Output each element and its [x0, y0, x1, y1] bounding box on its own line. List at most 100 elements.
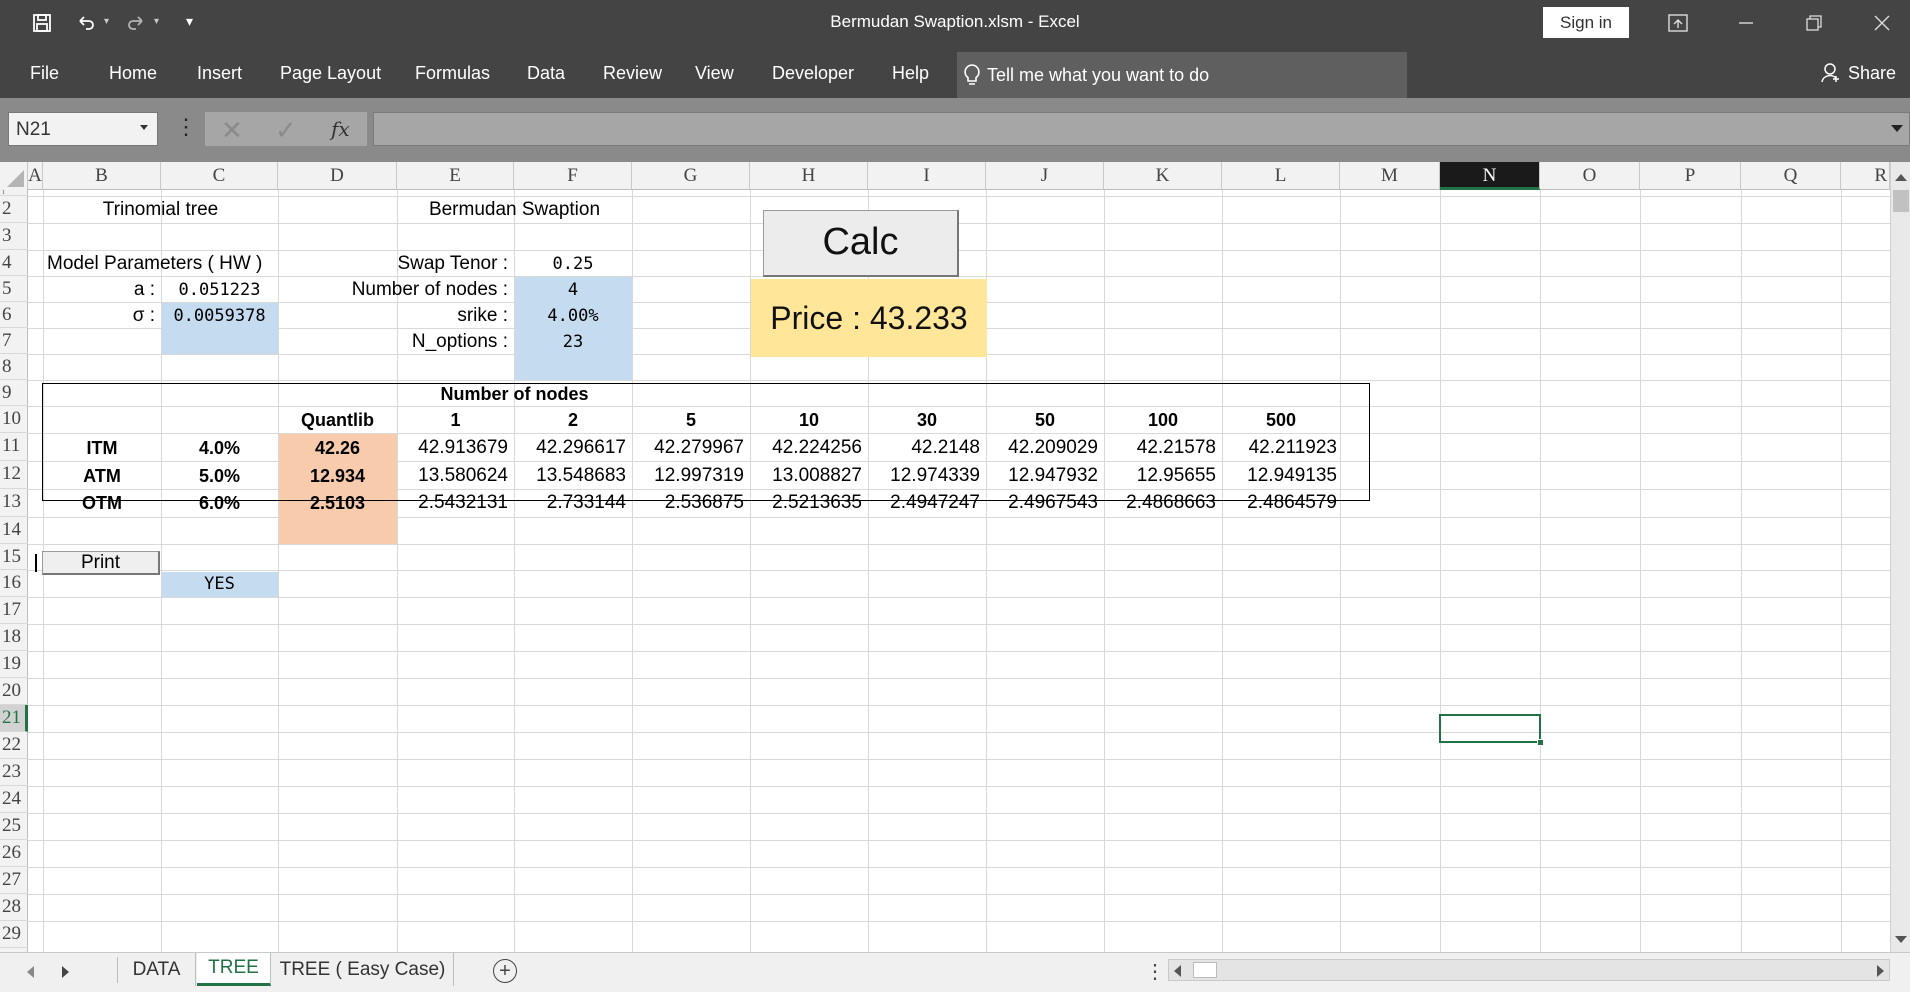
sigma-value-cell[interactable]: 0.0059378 [161, 303, 278, 329]
expand-formula-bar-icon[interactable] [1891, 125, 1903, 132]
result-cell[interactable]: 12.997319 [632, 463, 750, 489]
row-header[interactable]: 24 [0, 786, 28, 813]
row-header[interactable]: 5 [0, 276, 28, 302]
undo-dropdown-icon[interactable]: ▾ [104, 16, 109, 27]
share-button[interactable]: Share [1820, 62, 1896, 84]
tell-me-search[interactable]: Tell me what you want to do [957, 52, 1407, 98]
result-cell[interactable]: 2.4947247 [868, 490, 986, 516]
row-header[interactable]: 23 [0, 759, 28, 786]
column-header[interactable]: A [28, 162, 43, 190]
row-header[interactable]: 8 [0, 354, 28, 380]
row-header[interactable]: 29 [0, 921, 28, 948]
result-cell[interactable]: 42.21578 [1104, 435, 1222, 461]
column-header[interactable]: D [278, 162, 397, 190]
column-header[interactable]: L [1222, 162, 1340, 190]
column-header[interactable]: E [397, 162, 514, 190]
save-icon[interactable] [28, 10, 56, 36]
rate-cell[interactable]: 4.0% [161, 435, 278, 461]
rate-cell[interactable]: 6.0% [161, 490, 278, 516]
scroll-left-icon[interactable] [1174, 965, 1181, 977]
result-cell[interactable]: 2.4864579 [1222, 490, 1340, 516]
row-header[interactable]: 3 [0, 223, 28, 250]
result-cell[interactable]: 12.949135 [1222, 463, 1340, 489]
quantlib-cell[interactable]: 2.5103 [278, 490, 397, 516]
quantlib-cell[interactable]: 42.26 [278, 435, 397, 461]
swap-tenor-cell[interactable]: 0.25 [514, 251, 632, 277]
row-header[interactable]: 27 [0, 867, 28, 894]
row-header[interactable]: 28 [0, 894, 28, 921]
row-header[interactable]: 19 [0, 651, 28, 678]
scroll-down-icon[interactable] [1895, 936, 1907, 943]
nodes-cell[interactable]: 4 [514, 277, 632, 303]
column-header[interactable]: C [161, 162, 278, 190]
tab-page-layout[interactable]: Page Layout [280, 63, 381, 84]
row-header[interactable]: 15 [0, 544, 28, 570]
row-header[interactable]: 2 [0, 196, 28, 223]
result-cell[interactable]: 2.5432131 [397, 490, 514, 516]
result-cell[interactable]: 2.5213635 [750, 490, 868, 516]
name-box-dropdown-icon[interactable] [140, 125, 148, 130]
tab-data[interactable]: Data [527, 63, 565, 84]
column-header[interactable]: K [1104, 162, 1222, 190]
cancel-icon[interactable]: ✕ [221, 115, 243, 146]
sheet-tab-data[interactable]: DATA [118, 953, 196, 986]
horizontal-scroll-thumb[interactable] [1193, 962, 1217, 978]
select-all-button[interactable] [0, 162, 28, 190]
print-button[interactable]: Print [42, 551, 160, 575]
ribbon-display-options-icon[interactable] [1650, 6, 1706, 40]
a-value-cell[interactable]: 0.051223 [161, 277, 278, 303]
tab-formulas[interactable]: Formulas [415, 63, 490, 84]
column-header[interactable]: B [43, 162, 161, 190]
calc-button[interactable]: Calc [763, 210, 959, 277]
column-header[interactable]: G [632, 162, 750, 190]
result-cell[interactable]: 42.913679 [397, 435, 514, 461]
print-value-cell[interactable]: YES [161, 571, 278, 597]
result-cell[interactable]: 12.947932 [986, 463, 1104, 489]
row-header[interactable]: 20 [0, 678, 28, 705]
scroll-thumb[interactable] [1893, 190, 1909, 212]
formula-input[interactable] [373, 112, 1910, 146]
vertical-scrollbar[interactable] [1890, 162, 1910, 952]
row-header[interactable]: 7 [0, 328, 28, 354]
row-header[interactable]: 13 [0, 489, 28, 517]
row-header[interactable]: 26 [0, 840, 28, 867]
result-cell[interactable]: 42.211923 [1222, 435, 1340, 461]
result-cell[interactable]: 42.2148 [868, 435, 986, 461]
result-cell[interactable]: 2.733144 [514, 490, 632, 516]
prev-sheet-icon[interactable] [27, 966, 34, 978]
column-header[interactable]: P [1640, 162, 1741, 190]
tab-file[interactable]: File [30, 63, 59, 84]
cell-area[interactable]: Trinomial tree Bermudan Swaption Model P… [28, 190, 1890, 952]
tab-review[interactable]: Review [603, 63, 662, 84]
active-cell-selection[interactable] [1439, 714, 1541, 743]
sheet-tab-tree-easy-case[interactable]: TREE ( Easy Case) [272, 953, 454, 986]
row-header[interactable]: 4 [0, 250, 28, 276]
tab-home[interactable]: Home [109, 63, 157, 84]
column-header[interactable]: J [986, 162, 1104, 190]
column-header[interactable]: M [1340, 162, 1440, 190]
column-header[interactable]: H [750, 162, 868, 190]
sign-in-button[interactable]: Sign in [1543, 7, 1629, 38]
scroll-up-icon[interactable] [1895, 174, 1907, 181]
result-cell[interactable]: 2.4967543 [986, 490, 1104, 516]
tab-insert[interactable]: Insert [197, 63, 242, 84]
fill-handle[interactable] [1537, 739, 1544, 746]
result-cell[interactable]: 2.4868663 [1104, 490, 1222, 516]
close-icon[interactable] [1854, 6, 1910, 40]
add-sheet-icon[interactable]: + [493, 959, 517, 983]
more-options-icon[interactable]: ⋮ [175, 116, 197, 138]
row-header[interactable]: 9 [0, 380, 28, 406]
redo-dropdown-icon[interactable]: ▾ [154, 16, 159, 27]
row-header[interactable]: 22 [0, 732, 28, 759]
undo-icon[interactable] [72, 10, 100, 36]
row-header[interactable]: 14 [0, 517, 28, 544]
customize-toolbar-icon[interactable]: ▾ [186, 13, 193, 30]
quantlib-cell[interactable]: 12.934 [278, 463, 397, 489]
rate-cell[interactable]: 5.0% [161, 463, 278, 489]
row-header[interactable]: 10 [0, 406, 28, 433]
row-header[interactable]: 25 [0, 813, 28, 840]
scroll-right-icon[interactable] [1877, 965, 1884, 977]
row-header-selected[interactable]: 21 [0, 705, 28, 732]
column-header[interactable]: Q [1741, 162, 1841, 190]
result-cell[interactable]: 12.974339 [868, 463, 986, 489]
